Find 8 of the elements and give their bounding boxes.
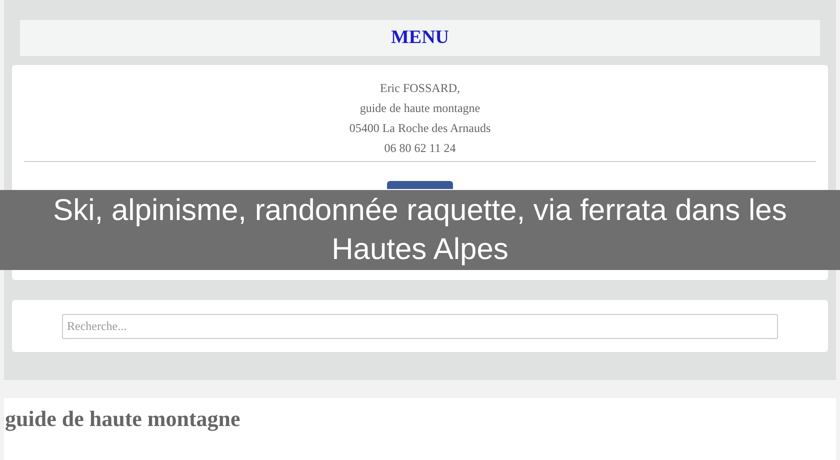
contact-line: 05400 La Roche des Arnauds: [349, 120, 491, 137]
page-heading: guide de haute montagne: [4, 405, 242, 433]
menu-button[interactable]: MENU: [390, 24, 450, 52]
search-field[interactable]: Recherche...: [62, 314, 778, 338]
contact-line: guide de haute montagne: [360, 100, 480, 117]
contact-line: 06 80 62 11 24: [384, 140, 456, 157]
contact-line: Eric FOSSARD,: [380, 80, 460, 97]
banner-title: Ski, alpinisme, randonnée raquette, via ferrata dans les Hautes Alpes: [52, 193, 788, 268]
